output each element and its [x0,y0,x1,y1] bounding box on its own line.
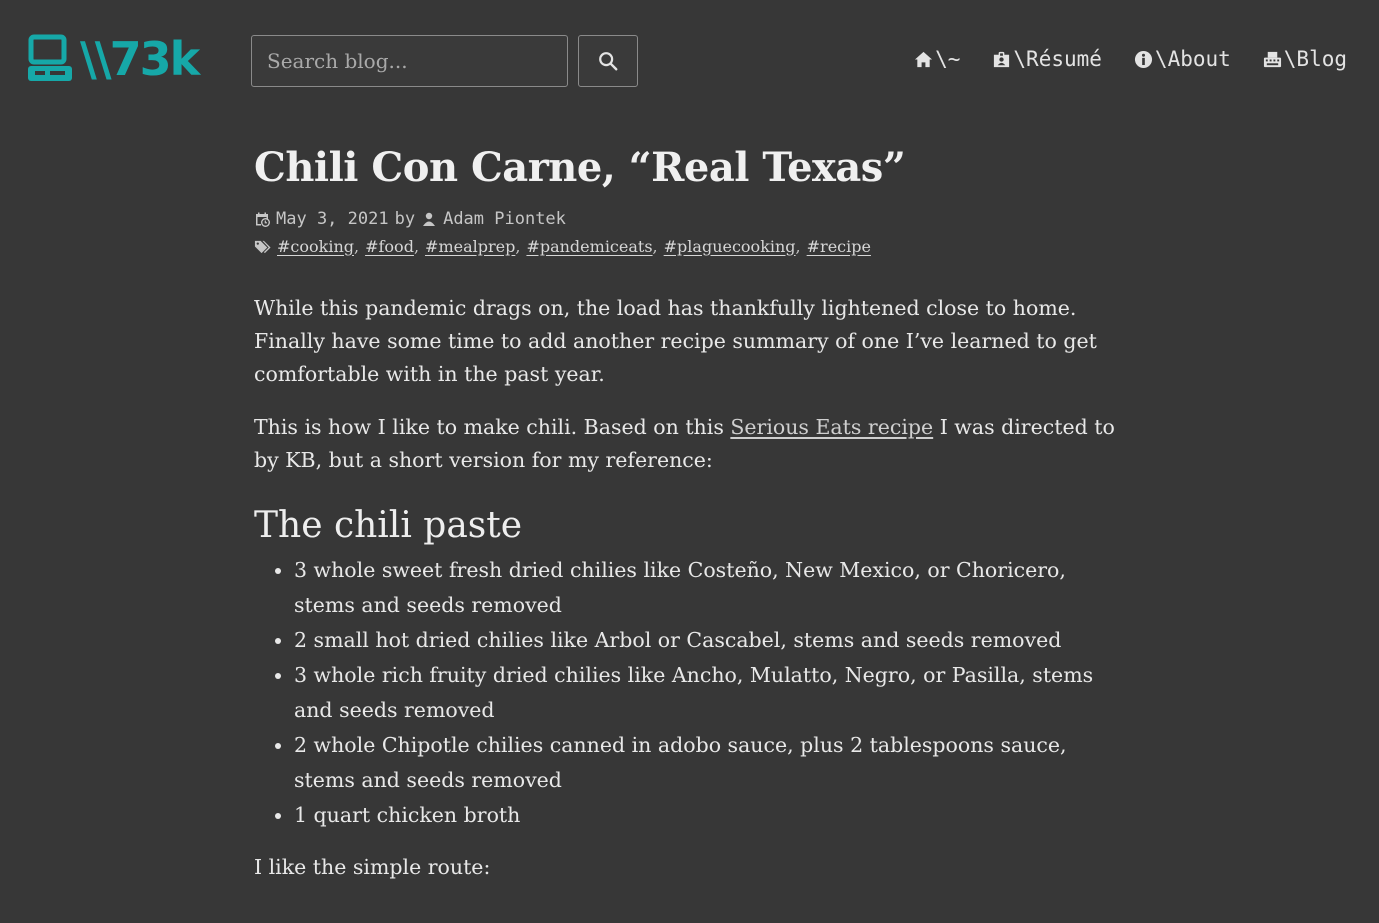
id-badge-icon [994,51,1010,67]
nav-blog-label: \Blog [1283,47,1347,71]
list-item: 3 whole sweet fresh dried chilies like C… [294,553,1126,623]
tag-link[interactable]: #pandemiceats [526,237,652,256]
laptop-logo-icon [28,34,72,81]
tag-link[interactable]: #plaguecooking [664,237,796,256]
ingredient-list: 3 whole sweet fresh dried chilies like C… [254,553,1126,833]
main-nav: \~ \Résumé \About \Blog [914,44,1347,74]
method-paragraph: I like the simple route: [254,855,491,879]
post-author: Adam Piontek [443,209,566,229]
nav-about-label: \About [1154,47,1231,71]
blog-post: Chili Con Carne, “Real Texas” May 3, 202… [254,140,1126,884]
nav-about[interactable]: \About [1134,44,1231,74]
source-paragraph: This is how I like to make chili. Based … [254,411,1126,477]
tag-link[interactable]: #cooking [277,237,354,256]
nav-home[interactable]: \~ [914,44,960,74]
home-icon [915,51,933,67]
tag-link[interactable]: #recipe [807,237,871,256]
post-meta: May 3, 2021 by Adam Piontek [254,206,1126,232]
tag-link[interactable]: #mealprep [425,237,515,256]
section-heading: The chili paste [254,505,523,546]
intro-paragraph: While this pandemic drags on, the load h… [254,296,1097,386]
post-tags: #cooking, #food, #mealprep, #pandemiceat… [254,232,1126,260]
nav-resume-label: \Résumé [1013,47,1102,71]
calendar-clock-icon [256,212,270,227]
nav-home-label: \~ [935,47,961,71]
typewriter-icon [1263,51,1281,67]
info-circle-icon [1134,50,1152,68]
search-input[interactable] [251,35,568,87]
tag-link[interactable]: #food [365,237,414,256]
list-item: 3 whole rich fruity dried chilies like A… [294,658,1126,728]
post-title: Chili Con Carne, “Real Texas” [254,144,906,191]
source-text-before: This is how I like to make chili. Based … [254,415,731,439]
search-icon [599,52,618,71]
nav-resume[interactable]: \Résumé [992,44,1102,74]
post-by: by [394,209,416,229]
post-date: May 3, 2021 [276,209,389,229]
tags-icon [254,240,271,253]
search-button[interactable] [578,35,638,87]
nav-blog[interactable]: \Blog [1263,44,1347,74]
serious-eats-link[interactable]: Serious Eats recipe [730,415,933,439]
list-item: 2 small hot dried chilies like Arbol or … [294,623,1126,658]
logo-text: \\73k [80,32,200,86]
list-item: 2 whole Chipotle chilies canned in adobo… [294,728,1126,798]
user-icon [423,212,436,226]
list-item: 1 quart chicken broth [294,798,1126,833]
site-logo[interactable]: \\73k [26,32,200,86]
